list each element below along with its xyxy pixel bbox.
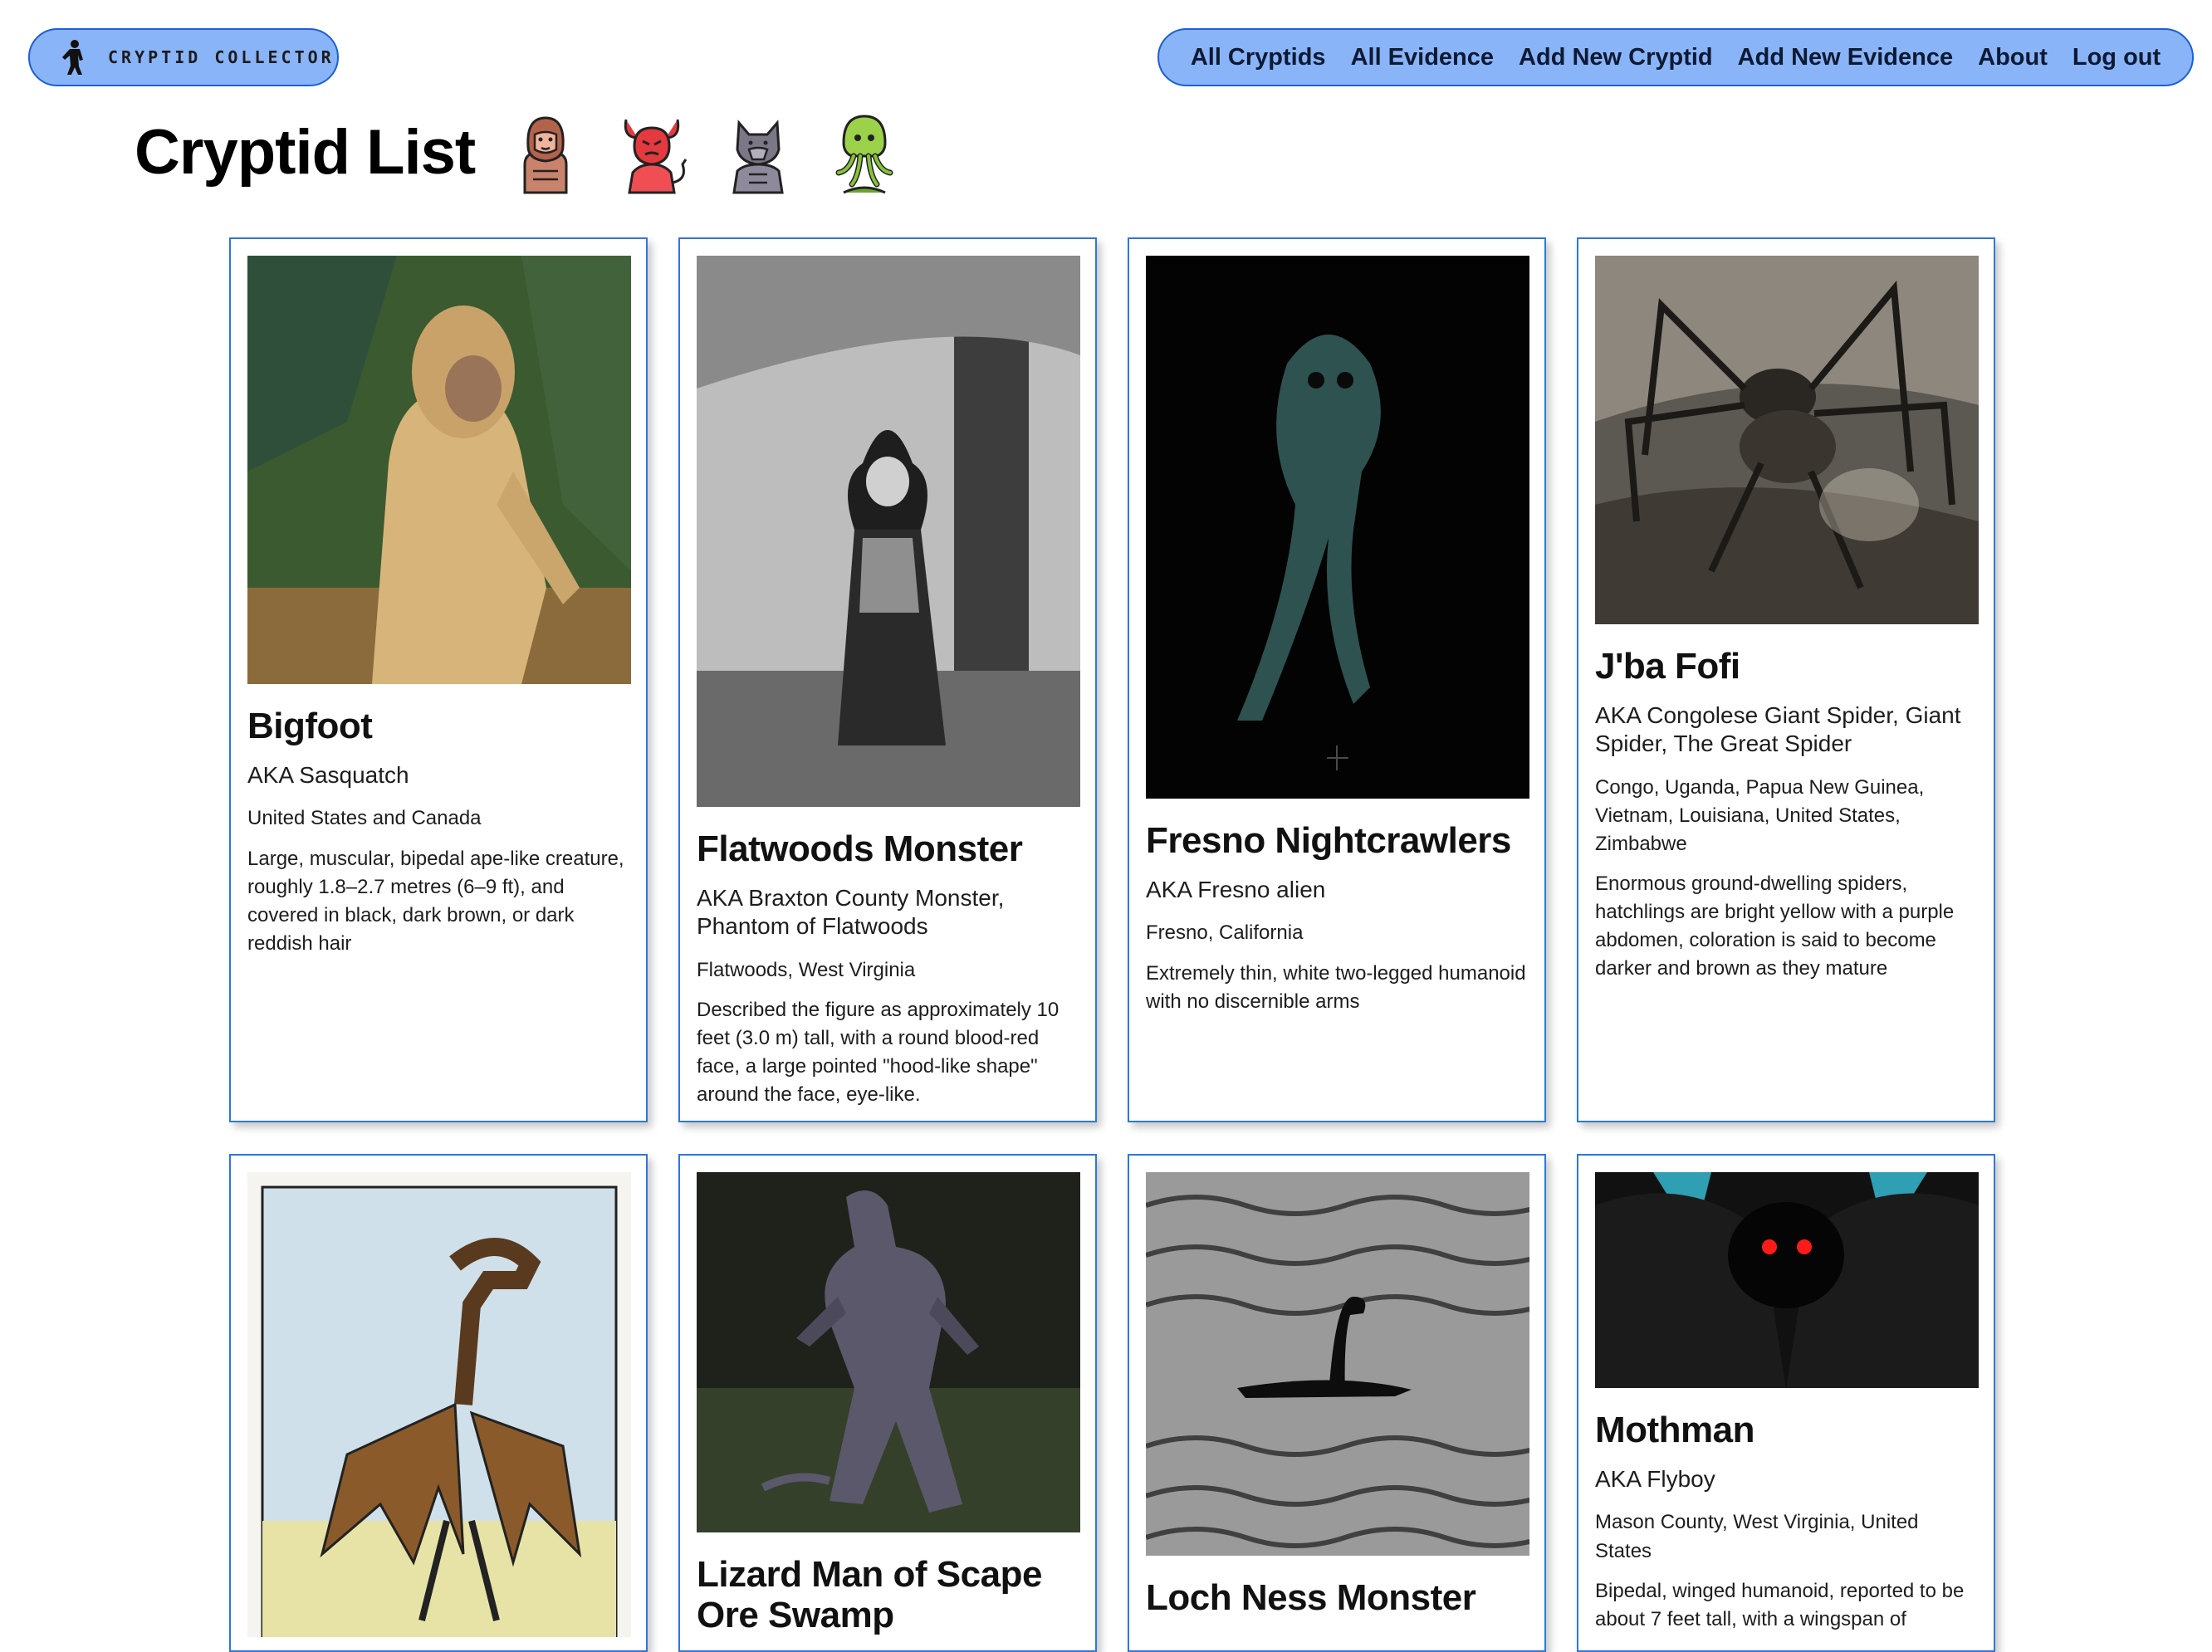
cryptid-card-lizard-man[interactable]: Lizard Man of Scape Ore Swamp [678, 1154, 1097, 1652]
cryptid-location: United States and Canada [247, 807, 482, 830]
bigfoot-icon [523, 116, 568, 194]
cryptid-aka: AKA Flyboy [1595, 1466, 1715, 1493]
werewolf-icon [732, 120, 784, 194]
cryptid-aka: AKA Braxton County Monster, Phantom of F… [697, 885, 1005, 940]
cryptid-card-loch-ness-monster[interactable]: Loch Ness Monster [1128, 1154, 1546, 1652]
main-nav: All Cryptids All Evidence Add New Crypti… [1157, 28, 2194, 86]
cryptid-card-jba-fofi[interactable]: J'ba Fofi AKA Congolese Giant Spider, Gi… [1577, 237, 1995, 1122]
cryptid-image [1595, 1172, 1979, 1388]
cryptid-description: Large, muscular, bipedal ape-like creatu… [247, 847, 624, 955]
devil-icon [624, 119, 688, 194]
cryptid-location: Fresno, California [1146, 921, 1304, 945]
cryptid-card-mothman[interactable]: Mothman AKA Flyboy Mason County, West Vi… [1577, 1154, 1995, 1652]
bigfoot-logo-icon [62, 40, 83, 75]
cryptid-card-bigfoot[interactable]: Bigfoot AKA Sasquatch United States and … [229, 237, 648, 1122]
cryptid-description: Enormous ground-dwelling spiders, hatchl… [1595, 872, 1955, 980]
cryptid-card-fresno-nightcrawlers[interactable]: Fresno Nightcrawlers AKA Fresno alien Fr… [1128, 237, 1546, 1122]
cryptid-name: Loch Ness Monster [1146, 1577, 1476, 1618]
cryptid-aka: AKA Congolese Giant Spider, Giant Spider… [1595, 702, 1961, 757]
nav-logout[interactable]: Log out [2073, 44, 2161, 71]
cryptid-image [247, 256, 631, 684]
cryptid-location: Flatwoods, West Virginia [697, 958, 916, 981]
cryptid-description: Described the figure as approximately 10… [697, 998, 1060, 1106]
home-logo-button[interactable]: CRYPTID COLLECTOR [28, 28, 339, 86]
cryptid-aka: AKA Fresno alien [1146, 877, 1326, 903]
cryptid-image [697, 256, 1080, 807]
cryptid-aka: AKA Sasquatch [247, 762, 409, 789]
nav-all-cryptids[interactable]: All Cryptids [1191, 44, 1326, 71]
cryptid-image [1146, 256, 1529, 799]
cryptid-name: Flatwoods Monster [697, 828, 1023, 869]
cryptid-image [697, 1172, 1080, 1532]
cryptid-card-flatwoods-monster[interactable]: Flatwoods Monster AKA Braxton County Mon… [678, 237, 1097, 1122]
brand-name: CRYPTID COLLECTOR [108, 47, 335, 67]
page-title: Cryptid List [135, 117, 476, 188]
cryptid-name: Fresno Nightcrawlers [1146, 820, 1511, 861]
cthulhu-icon [835, 115, 893, 194]
cryptid-description: Bipedal, winged humanoid, reported to be… [1595, 1579, 1965, 1630]
cryptid-name: J'ba Fofi [1595, 646, 1740, 687]
nav-all-evidence[interactable]: All Evidence [1351, 44, 1494, 71]
cryptid-image [1146, 1172, 1529, 1556]
cryptid-name: Mothman [1595, 1410, 1755, 1450]
title-icon-row [508, 113, 902, 194]
nav-about[interactable]: About [1978, 44, 2048, 71]
nav-add-cryptid[interactable]: Add New Cryptid [1519, 44, 1713, 71]
nav-add-evidence[interactable]: Add New Evidence [1738, 44, 1953, 71]
cryptid-name: Lizard Man of Scape Ore Swamp [697, 1554, 1042, 1636]
cryptid-description: Extremely thin, white two-legged humanoi… [1146, 961, 1526, 1013]
cryptid-name: Bigfoot [247, 706, 373, 746]
cryptid-image [247, 1172, 631, 1637]
cryptid-location: Mason County, West Virginia, United Stat… [1595, 1511, 1919, 1562]
cryptid-card-5[interactable] [229, 1154, 648, 1652]
cryptid-location: Congo, Uganda, Papua New Guinea, Vietnam… [1595, 775, 1925, 855]
cryptid-image [1595, 256, 1979, 624]
